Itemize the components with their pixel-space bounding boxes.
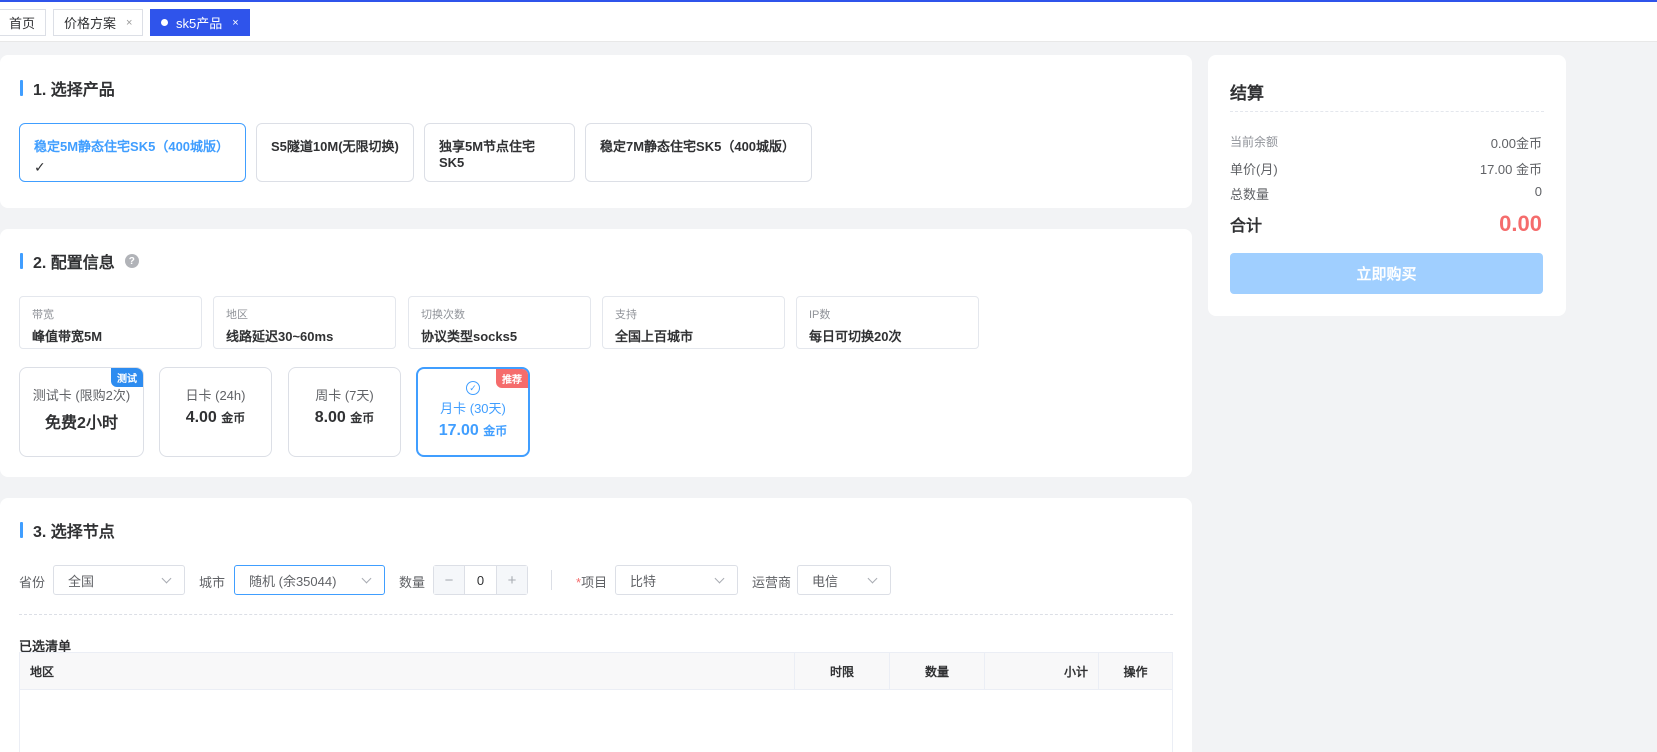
quantity-stepper: − 0 + [433,565,528,595]
close-icon[interactable]: × [126,17,132,29]
section-title: 3. 选择节点 [20,518,115,542]
info-box: IP数 每日可切换20次 [796,296,979,349]
title-bar-icon [20,253,23,269]
info-box: 支持 全国上百城市 [602,296,785,349]
plan-card-month[interactable]: 推荐 ✓ 月卡 (30天) 17.00 金币 [416,367,530,457]
info-box: 带宽 峰值带宽5M [19,296,202,349]
info-box: 切换次数 协议类型socks5 [408,296,591,349]
province-label: 省份 [19,575,46,590]
plan-badge: 推荐 [496,369,528,388]
active-dot-icon [161,19,168,26]
title-bar-icon [20,522,23,538]
product-option[interactable]: 稳定5M静态住宅SK5（400城版） ✓ [19,123,246,182]
tab-label: 价格方案 [64,16,117,31]
buy-now-button[interactable]: 立即购买 [1230,253,1543,294]
tab-label: sk5产品 [176,16,223,31]
isp-select[interactable]: 电信 [797,565,891,595]
total-qty-row: 总数量 0 [1230,184,1542,202]
tab-label: 首页 [9,16,36,31]
divider [551,570,552,590]
chevron-down-icon [161,573,172,583]
section-title: 2. 配置信息 ? [20,249,139,273]
tab-sk5-product[interactable]: sk5产品 × [150,9,250,36]
summary-panel: 结算 当前余额 0.00金币 单价(月) 17.00 金币 总数量 0 合计 0.00… [1208,55,1566,316]
product-option[interactable]: 稳定7M静态住宅SK5（400城版） [585,123,812,182]
plan-card-day[interactable]: 日卡 (24h) 4.00 金币 [159,367,272,457]
column-header: 操作 [1123,664,1148,679]
plan-badge: 测试 [111,368,143,387]
config-section: 2. 配置信息 ? 带宽 峰值带宽5M 地区 线路延迟30~60ms 切换次数 … [0,229,1192,477]
info-box: 地区 线路延迟30~60ms [213,296,396,349]
check-circle-icon: ✓ [466,381,480,395]
minus-button[interactable]: − [434,566,464,594]
province-select[interactable]: 全国 [53,565,185,595]
dashed-divider [19,614,1173,615]
balance-row: 当前余额 0.00金币 [1230,135,1542,151]
tab-pricing[interactable]: 价格方案 × [53,9,144,36]
project-label: *项目 [576,575,608,590]
unit-price-row: 单价(月) 17.00 金币 [1230,162,1542,177]
dashed-divider [1230,111,1544,112]
total-row: 合计 0.00 [1230,211,1542,236]
column-header: 小计 [985,653,1099,689]
project-select[interactable]: 比特 [615,565,738,595]
product-section: 1. 选择产品 稳定5M静态住宅SK5（400城版） ✓ S5隧道10M(无限切… [0,55,1192,208]
quantity-label: 数量 [399,575,426,590]
city-label: 城市 [199,575,226,590]
product-option[interactable]: 独享5M节点住宅SK5 [424,123,575,182]
tab-home[interactable]: 首页 [0,9,47,36]
plan-card-test[interactable]: 测试 测试卡 (限购2次) 免费2小时 [19,367,144,457]
plan-card-week[interactable]: 周卡 (7天) 8.00 金币 [288,367,401,457]
section-title: 1. 选择产品 [20,76,115,100]
city-select[interactable]: 随机 (余35044) [234,565,385,595]
check-icon: ✓ [34,159,46,175]
product-option[interactable]: S5隧道10M(无限切换) [256,123,414,182]
column-header: 数量 [890,653,985,689]
help-icon[interactable]: ? [124,254,139,268]
table-body [19,690,1173,752]
column-header: 地区 [20,653,795,689]
chevron-down-icon [867,573,878,583]
isp-label: 运营商 [752,575,792,590]
plus-button[interactable]: + [497,566,527,594]
close-icon[interactable]: × [232,17,238,29]
column-header: 时限 [795,653,890,689]
chevron-down-icon [361,573,372,583]
node-section: 3. 选择节点 省份 全国 城市 随机 (余35044) 数量 − 0 + *项… [0,498,1192,752]
title-bar-icon [20,80,23,96]
chevron-down-icon [714,573,725,583]
tabs-bar: 首页 价格方案 × sk5产品 × [0,0,1657,42]
summary-title: 结算 [1230,84,1264,103]
quantity-input[interactable]: 0 [464,566,497,594]
table-header: 地区 时限 数量 小计 操作 [19,652,1173,690]
